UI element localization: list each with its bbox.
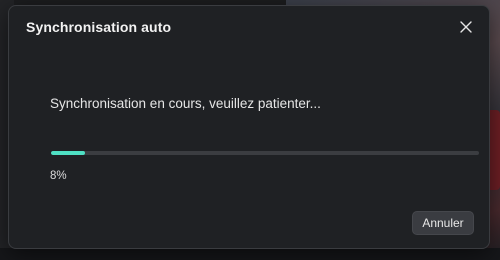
progress-percent: 8% — [50, 170, 67, 182]
dialog-title: Synchronisation auto — [26, 19, 172, 35]
progress-fill — [51, 151, 86, 155]
sync-message: Synchronisation en cours, veuillez patie… — [50, 96, 321, 111]
cancel-button[interactable]: Annuler — [412, 211, 474, 235]
sync-dialog: Synchronisation auto Synchronisation en … — [8, 5, 490, 249]
close-button[interactable] — [455, 16, 477, 38]
progress-bar — [51, 151, 479, 155]
close-icon — [460, 21, 472, 33]
background-toolbar — [0, 248, 500, 260]
